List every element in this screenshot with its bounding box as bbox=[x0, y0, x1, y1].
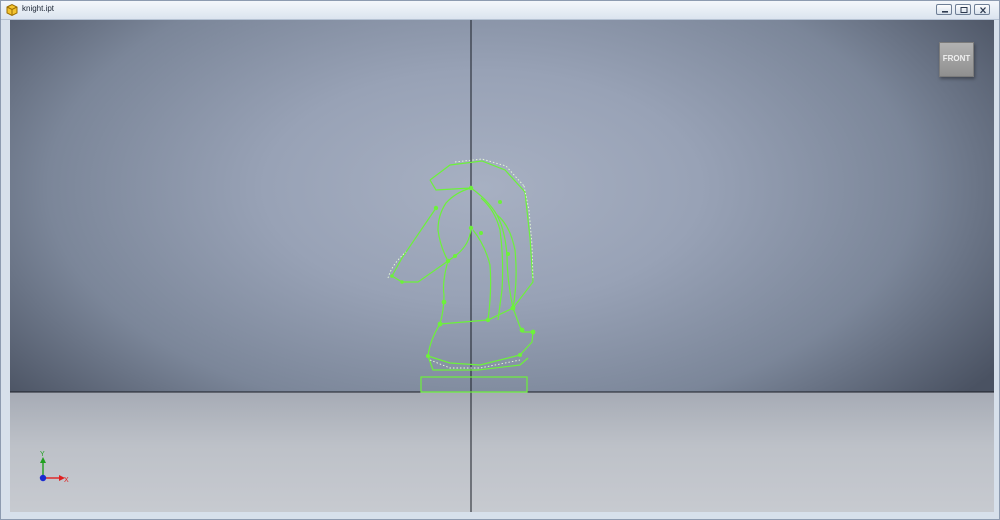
triad-x-label: X bbox=[64, 477, 69, 484]
coordinate-triad: X Y bbox=[39, 451, 69, 484]
triad-y-label: Y bbox=[40, 451, 45, 458]
viewcube[interactable]: FRONT bbox=[939, 42, 974, 77]
sketch-canvas[interactable]: X Y bbox=[10, 20, 994, 512]
restore-button[interactable] bbox=[955, 4, 971, 15]
construction-lines bbox=[387, 158, 534, 369]
minimize-icon bbox=[942, 11, 948, 13]
close-icon bbox=[980, 7, 986, 14]
part-file-icon bbox=[6, 3, 18, 17]
minimize-button[interactable] bbox=[936, 4, 952, 15]
viewcube-face-label[interactable]: FRONT bbox=[940, 54, 973, 63]
knight-sketch-profile[interactable] bbox=[391, 160, 534, 393]
window-title: knight.ipt bbox=[22, 4, 55, 13]
part-window: knight.ipt X Y FRONT bbox=[0, 0, 1000, 520]
restore-icon bbox=[960, 7, 968, 13]
close-button[interactable] bbox=[974, 4, 990, 15]
sketch-points[interactable] bbox=[390, 185, 536, 358]
graphics-viewport[interactable]: X Y FRONT bbox=[10, 20, 994, 512]
window-titlebar[interactable]: knight.ipt bbox=[1, 1, 999, 20]
window-bottom-border bbox=[1, 512, 999, 519]
